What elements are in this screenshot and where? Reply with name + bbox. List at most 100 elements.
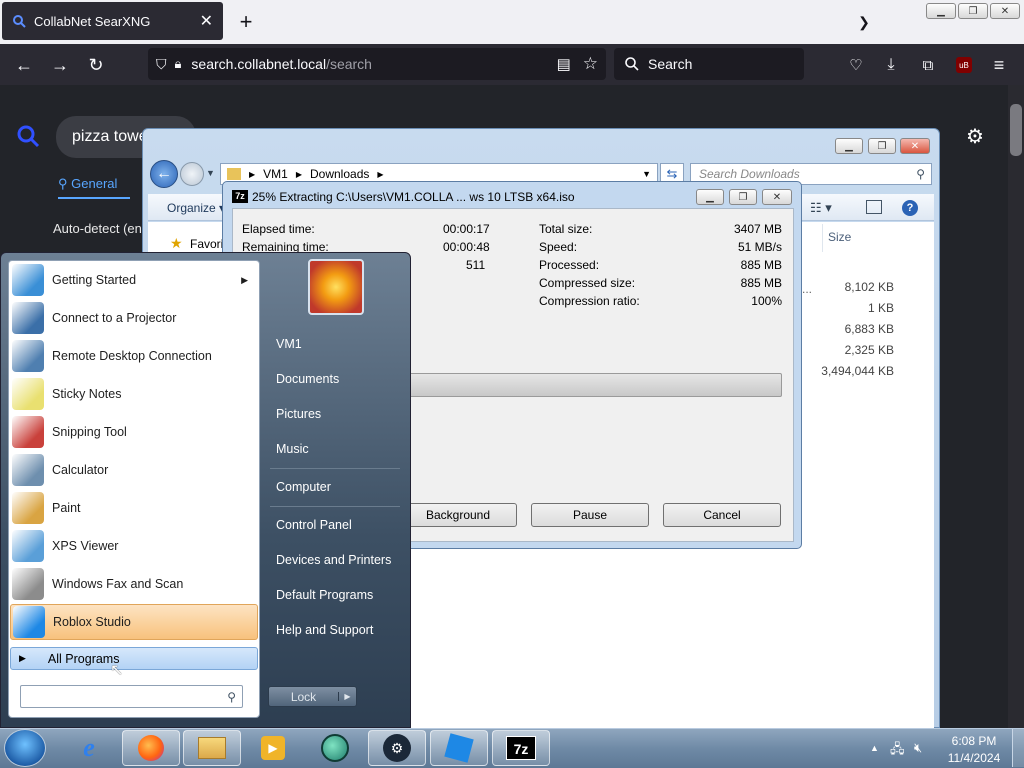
- start-link-help-and-support[interactable]: Help and Support: [276, 623, 373, 637]
- file-size: 1 KB: [867, 301, 894, 315]
- explorer-close-button[interactable]: ✕: [900, 138, 930, 154]
- download-icon[interactable]: ⤓: [878, 52, 904, 78]
- start-link-default-programs[interactable]: Default Programs: [276, 588, 373, 602]
- menu-hamburger-icon[interactable]: ≡: [986, 52, 1012, 78]
- processed-value: 885 MB: [740, 258, 782, 272]
- all-programs-button[interactable]: ▶ All Programs: [10, 647, 258, 670]
- address-dropdown-icon[interactable]: ▼: [642, 169, 651, 179]
- lock-icon[interactable]: 🔒︎: [175, 56, 182, 72]
- bookmark-star-icon[interactable]: ☆: [583, 54, 598, 74]
- shield-icon[interactable]: ⛉: [156, 56, 167, 73]
- view-options-icon[interactable]: ☷ ▾: [810, 200, 832, 216]
- searxng-logo-icon[interactable]: [16, 124, 40, 148]
- ublock-icon[interactable]: uB: [956, 57, 972, 73]
- browser-tab-active[interactable]: CollabNet SearXNG ✕: [2, 2, 223, 40]
- restore-button[interactable]: ❐: [958, 3, 988, 19]
- page-scrollbar[interactable]: [1008, 85, 1024, 728]
- new-tab-button[interactable]: +: [234, 8, 258, 36]
- start-program-item[interactable]: Roblox Studio: [10, 604, 258, 640]
- taskbar-internet-explorer-icon[interactable]: e: [60, 730, 118, 766]
- start-link-pictures[interactable]: Pictures: [276, 407, 321, 421]
- close-button[interactable]: ✕: [990, 3, 1020, 19]
- taskbar-steam-icon[interactable]: ⚙: [368, 730, 426, 766]
- start-program-item[interactable]: Snipping Tool: [10, 414, 258, 450]
- url-bar[interactable]: ⛉ 🔒︎ search.collabnet.local /search ▤ ☆: [148, 48, 606, 80]
- breadcrumb-item[interactable]: VM1: [263, 167, 288, 181]
- preview-pane-icon[interactable]: [866, 200, 882, 214]
- tab-close-icon[interactable]: ✕: [200, 11, 213, 31]
- lock-button[interactable]: Lock ▶: [268, 686, 357, 707]
- url-path: /search: [326, 56, 372, 72]
- remote-desktop-icon: [12, 340, 44, 372]
- favorites-label[interactable]: Favori: [190, 237, 223, 251]
- clock-time[interactable]: 6:08 PM: [946, 734, 1002, 748]
- reader-view-icon[interactable]: ▤: [557, 55, 571, 73]
- cancel-button[interactable]: Cancel: [663, 503, 781, 527]
- search-icon: ⚲: [227, 689, 236, 704]
- taskbar-roblox-studio-icon[interactable]: [430, 730, 488, 766]
- reload-icon[interactable]: ↻: [83, 52, 109, 78]
- compressed-label: Compressed size:: [539, 276, 636, 290]
- volume-muted-icon[interactable]: 🔇︎: [914, 740, 922, 756]
- browser-search-bar[interactable]: Search: [614, 48, 804, 80]
- start-link-control-panel[interactable]: Control Panel: [276, 518, 352, 532]
- extract-maximize-button[interactable]: ❐: [729, 189, 757, 205]
- start-program-item[interactable]: Connect to a Projector: [10, 300, 258, 336]
- start-program-item[interactable]: Calculator: [10, 452, 258, 488]
- size-column-header[interactable]: Size: [828, 230, 851, 244]
- explorer-back-icon[interactable]: ←: [150, 160, 178, 188]
- clock-date[interactable]: 11/4/2024: [946, 751, 1002, 765]
- start-program-item[interactable]: Getting Started ▶: [10, 262, 258, 298]
- network-icon[interactable]: 🖧︎: [890, 740, 905, 762]
- explorer-maximize-button[interactable]: ❐: [868, 138, 896, 154]
- start-program-item[interactable]: Windows Fax and Scan: [10, 566, 258, 602]
- start-program-item[interactable]: Remote Desktop Connection: [10, 338, 258, 374]
- organize-button[interactable]: Organize ▾: [167, 201, 225, 215]
- folder-icon: [227, 168, 241, 180]
- show-desktop-button[interactable]: [1012, 729, 1024, 767]
- start-menu-separator: [270, 506, 400, 507]
- pause-button[interactable]: Pause: [531, 503, 649, 527]
- extract-close-button[interactable]: ✕: [762, 189, 792, 205]
- language-selector[interactable]: Auto-detect (en: [53, 221, 142, 236]
- start-program-item[interactable]: Sticky Notes: [10, 376, 258, 412]
- submenu-arrow-icon: ▶: [241, 274, 248, 285]
- taskbar-firefox-icon[interactable]: [122, 730, 180, 766]
- extract-minimize-button[interactable]: ▁: [696, 189, 724, 205]
- extensions-icon[interactable]: ⧉: [915, 52, 941, 78]
- start-link-documents[interactable]: Documents: [276, 372, 339, 386]
- start-program-item[interactable]: XPS Viewer: [10, 528, 258, 564]
- show-hidden-icons-chevron-icon[interactable]: ▲: [870, 743, 879, 753]
- breadcrumb-item[interactable]: Downloads: [310, 167, 369, 181]
- help-icon[interactable]: ?: [902, 200, 918, 216]
- forward-arrow-icon[interactable]: →: [47, 52, 73, 78]
- taskbar-7zip-icon[interactable]: 7z: [492, 730, 550, 766]
- explorer-forward-icon[interactable]: [180, 162, 204, 186]
- start-link-devices-and-printers[interactable]: Devices and Printers: [276, 553, 391, 567]
- windows-start-orb-icon[interactable]: [4, 729, 46, 767]
- start-link-vm1[interactable]: VM1: [276, 337, 302, 351]
- shutdown-options-arrow-icon[interactable]: ▶: [338, 692, 356, 701]
- recent-pages-chevron-icon[interactable]: ▼: [206, 168, 215, 178]
- start-link-music[interactable]: Music: [276, 442, 309, 456]
- speed-label: Speed:: [539, 240, 578, 254]
- background-button[interactable]: Background: [399, 503, 517, 527]
- start-link-computer[interactable]: Computer: [276, 480, 331, 494]
- mouse-cursor-icon: ↖: [110, 662, 124, 679]
- explorer-minimize-button[interactable]: ▁: [835, 138, 863, 154]
- pocket-icon[interactable]: ♡: [843, 52, 869, 78]
- taskbar-explorer-icon[interactable]: [183, 730, 241, 766]
- tab-list-chevron-icon[interactable]: ❯: [852, 10, 876, 34]
- minimize-button[interactable]: ▁: [926, 3, 956, 19]
- start-program-label: Sticky Notes: [52, 387, 122, 401]
- back-arrow-icon[interactable]: ←: [11, 52, 37, 78]
- preferences-gear-icon[interactable]: ⚙: [966, 124, 984, 149]
- scissors-icon: [12, 416, 44, 448]
- tab-general[interactable]: ⚲ General: [58, 176, 117, 192]
- start-search-input[interactable]: ⚲: [20, 685, 243, 708]
- taskbar-app-icon[interactable]: [306, 730, 364, 766]
- taskbar-media-player-icon[interactable]: ▶: [244, 730, 302, 766]
- start-program-item[interactable]: Paint: [10, 490, 258, 526]
- page-scrollbar-thumb[interactable]: [1010, 104, 1022, 156]
- user-avatar[interactable]: [308, 259, 364, 315]
